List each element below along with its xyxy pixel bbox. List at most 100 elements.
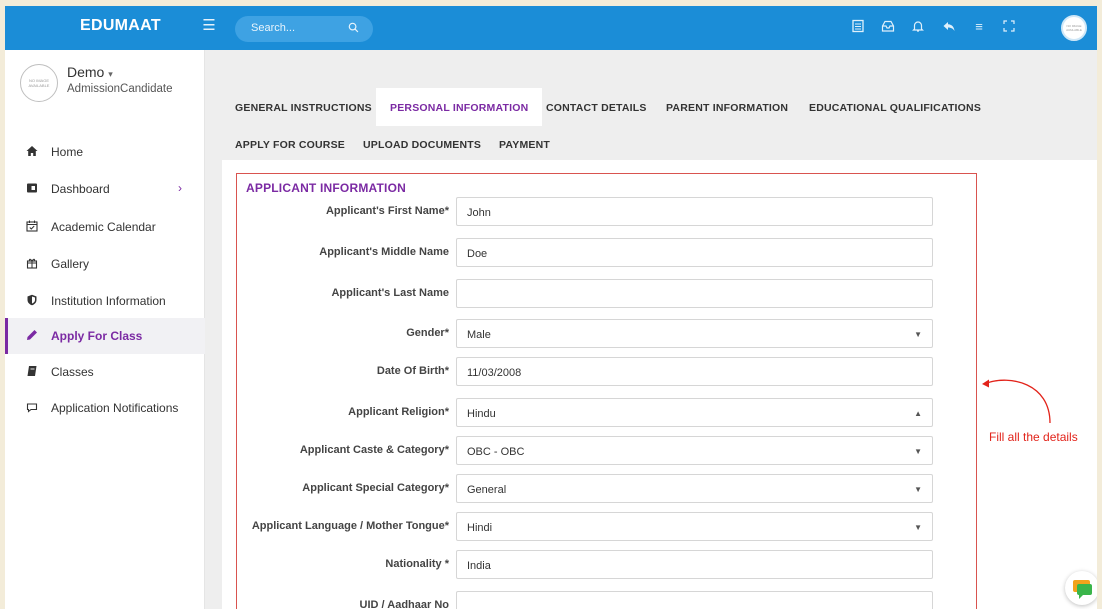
sidebar-item-label: Academic Calendar — [51, 220, 156, 234]
language-value: Hindi — [467, 522, 493, 534]
sidebar-item-dashboard[interactable]: Dashboard › — [5, 171, 205, 207]
avatar: NO IMAGE AVAILABLE — [20, 64, 58, 102]
form-row-special-category: Applicant Special Category* General ▼ — [237, 474, 978, 506]
reply-icon[interactable] — [941, 19, 957, 35]
dashboard-icon — [25, 182, 39, 196]
field-label: Applicant Caste & Category* — [299, 444, 449, 456]
caste-category-select[interactable]: OBC - OBC ▼ — [456, 436, 933, 465]
chevron-right-icon: › — [178, 181, 182, 195]
last-name-input[interactable] — [456, 279, 933, 308]
fullscreen-icon[interactable] — [1001, 19, 1017, 35]
caret-up-icon: ▲ — [914, 409, 922, 418]
search-box[interactable]: Search... — [235, 16, 373, 42]
form-row-last-name: Applicant's Last Name — [237, 279, 978, 311]
tab-contact-details[interactable]: CONTACT DETAILS — [546, 102, 647, 114]
chat-bubble-icon — [1073, 580, 1092, 599]
form-row-first-name: Applicant's First Name* John — [237, 197, 978, 229]
first-name-input[interactable]: John — [456, 197, 933, 226]
section-title: APPLICANT INFORMATION — [246, 181, 406, 195]
field-label: Applicant Special Category* — [302, 482, 449, 494]
tab-educational-qualifications[interactable]: EDUCATIONAL QUALIFICATIONS — [809, 102, 981, 114]
chat-icon — [25, 401, 39, 415]
field-label: Applicant's Middle Name — [319, 246, 449, 258]
sidebar-item-home[interactable]: Home — [5, 134, 205, 170]
app-window: EDUMAAT ☰ Search... ≡ NO IMAGE AVAILABLE… — [5, 6, 1097, 609]
form-row-language: Applicant Language / Mother Tongue* Hind… — [237, 512, 978, 544]
form-row-dob: Date Of Birth* 11/03/2008 — [237, 357, 978, 389]
tab-personal-information[interactable]: PERSONAL INFORMATION — [376, 88, 543, 126]
religion-value: Hindu — [467, 408, 496, 420]
search-icon[interactable] — [348, 22, 359, 33]
caret-down-icon: ▼ — [914, 485, 922, 494]
caret-down-icon: ▼ — [914, 447, 922, 456]
sidebar: NO IMAGE AVAILABLE Demo ▾ AdmissionCandi… — [5, 50, 205, 609]
sidebar-item-label: Institution Information — [51, 294, 166, 308]
user-menu[interactable]: Demo ▾ — [67, 64, 113, 80]
middle-name-input[interactable]: Doe — [456, 238, 933, 267]
mother-tongue-select[interactable]: Hindi ▼ — [456, 512, 933, 541]
menu-icon[interactable]: ≡ — [971, 19, 987, 35]
field-label: UID / Aadhaar No — [359, 599, 449, 609]
field-label: Applicant Language / Mother Tongue* — [251, 520, 449, 532]
form-panel: APPLICANT INFORMATION Applicant's First … — [222, 160, 1097, 609]
field-label: Nationality * — [385, 558, 449, 570]
form-row-religion: Applicant Religion* Hindu ▲ — [237, 398, 978, 430]
field-label: Applicant's Last Name — [331, 287, 449, 299]
caste-value: OBC - OBC — [467, 446, 525, 458]
brand-logo[interactable]: EDUMAAT — [80, 17, 161, 35]
highlight-box: APPLICANT INFORMATION Applicant's First … — [236, 173, 977, 609]
tab-apply-for-course[interactable]: APPLY FOR COURSE — [235, 139, 345, 151]
sidebar-item-classes[interactable]: Classes — [5, 354, 205, 390]
sidebar-item-label: Application Notifications — [51, 401, 179, 415]
gender-select[interactable]: Male ▼ — [456, 319, 933, 348]
user-name: Demo — [67, 64, 105, 80]
date-of-birth-input[interactable]: 11/03/2008 — [456, 357, 933, 386]
main-content: GENERAL INSTRUCTIONS PERSONAL INFORMATIO… — [205, 50, 1097, 609]
inbox-icon[interactable] — [880, 19, 896, 35]
gallery-icon — [25, 257, 39, 271]
bell-icon[interactable] — [910, 19, 926, 35]
caret-down-icon: ▼ — [914, 523, 922, 532]
caret-down-icon: ▼ — [914, 330, 922, 339]
form-row-caste: Applicant Caste & Category* OBC - OBC ▼ — [237, 436, 978, 468]
religion-select[interactable]: Hindu ▲ — [456, 398, 933, 427]
field-label: Gender* — [406, 327, 449, 339]
list-icon[interactable] — [850, 19, 866, 35]
annotation-text: Fill all the details — [989, 430, 1078, 444]
book-icon — [25, 365, 39, 379]
chat-widget-button[interactable] — [1065, 571, 1097, 605]
special-category-select[interactable]: General ▼ — [456, 474, 933, 503]
home-icon — [25, 145, 39, 159]
sidebar-item-label: Gallery — [51, 257, 90, 271]
field-label: Applicant Religion* — [348, 406, 449, 418]
field-label: Applicant's First Name* — [325, 205, 449, 217]
top-bar: EDUMAAT ☰ Search... ≡ NO IMAGE AVAILABLE — [5, 6, 1097, 50]
calendar-icon — [25, 220, 39, 234]
form-row-gender: Gender* Male ▼ — [237, 319, 978, 351]
tab-upload-documents[interactable]: UPLOAD DOCUMENTS — [363, 139, 481, 151]
sidebar-item-label: Apply For Class — [51, 329, 143, 343]
sidebar-item-gallery[interactable]: Gallery — [5, 246, 205, 282]
gender-value: Male — [467, 329, 491, 341]
sidebar-item-label: Home — [51, 145, 84, 159]
user-avatar-top[interactable]: NO IMAGE AVAILABLE — [1061, 15, 1087, 41]
field-label: Date Of Birth* — [376, 365, 449, 377]
tab-parent-information[interactable]: PARENT INFORMATION — [666, 102, 788, 114]
sidebar-item-apply-for-class[interactable]: Apply For Class — [5, 318, 205, 354]
search-input[interactable]: Search... — [251, 22, 295, 34]
caret-down-icon: ▾ — [108, 69, 113, 79]
sidebar-item-application-notifications[interactable]: Application Notifications — [5, 390, 205, 426]
form-row-middle-name: Applicant's Middle Name Doe — [237, 238, 978, 270]
pencil-icon — [25, 329, 39, 343]
nationality-input[interactable]: India — [456, 550, 933, 579]
tab-general-instructions[interactable]: GENERAL INSTRUCTIONS — [235, 102, 372, 114]
sidebar-item-institution-information[interactable]: Institution Information — [5, 283, 205, 319]
hamburger-menu-icon[interactable]: ☰ — [201, 18, 217, 34]
annotation-arrow — [982, 379, 1051, 424]
form-row-aadhaar: UID / Aadhaar No — [237, 591, 978, 609]
sidebar-item-academic-calendar[interactable]: Academic Calendar — [5, 209, 205, 245]
tab-payment[interactable]: PAYMENT — [499, 139, 550, 151]
sidebar-item-label: Dashboard — [51, 182, 110, 196]
sidebar-item-label: Classes — [51, 365, 94, 379]
aadhaar-input[interactable] — [456, 591, 933, 609]
